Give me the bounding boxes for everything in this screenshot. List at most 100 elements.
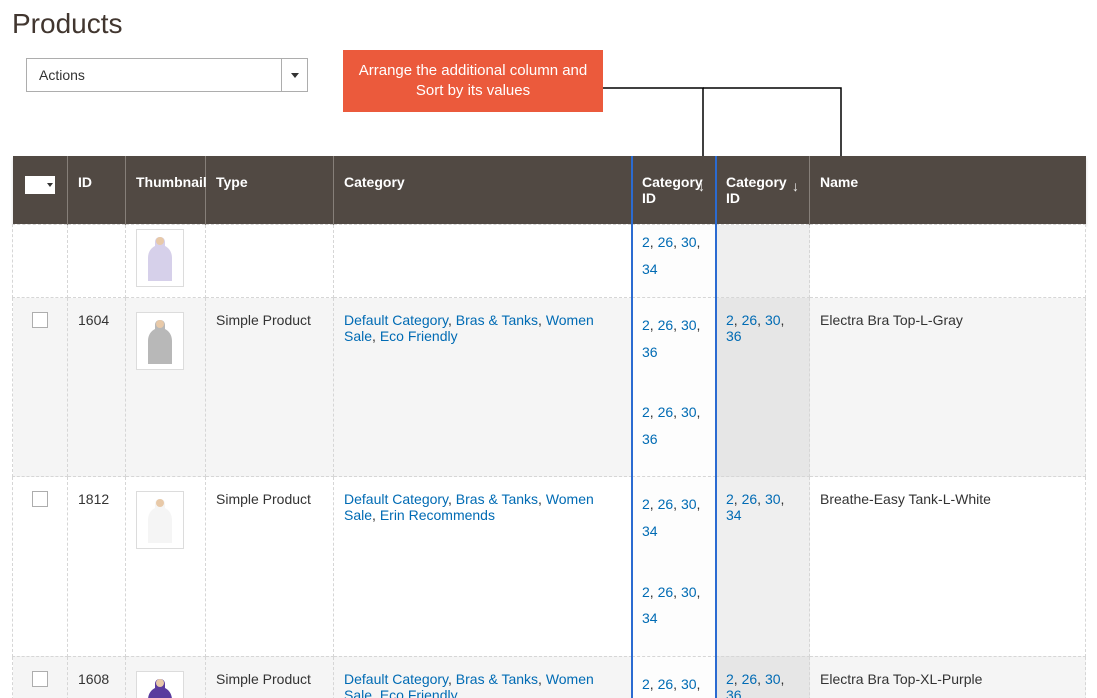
category-id-link[interactable]: 2 bbox=[642, 676, 650, 692]
cell-id: 1608 bbox=[68, 656, 126, 698]
col-header-name[interactable]: Name bbox=[810, 156, 1086, 225]
actions-dropdown[interactable]: Actions bbox=[26, 58, 308, 92]
col-header-label: Category ID bbox=[726, 174, 787, 206]
category-id-link[interactable]: 26 bbox=[658, 404, 674, 420]
cell-id bbox=[68, 225, 126, 298]
row-checkbox[interactable] bbox=[32, 671, 48, 687]
table-row[interactable]: 1608Simple ProductDefault Category, Bras… bbox=[13, 656, 1086, 698]
cell-id: 1812 bbox=[68, 477, 126, 656]
category-id-link[interactable]: 2 bbox=[642, 317, 650, 333]
category-id-link[interactable]: 30 bbox=[765, 312, 781, 328]
category-id-link[interactable]: 30 bbox=[765, 671, 781, 687]
product-thumbnail[interactable] bbox=[136, 491, 184, 549]
cell-category bbox=[334, 225, 632, 298]
category-link[interactable]: Erin Recommends bbox=[380, 507, 495, 523]
category-id-link[interactable]: 30 bbox=[681, 496, 697, 512]
callout-tooltip: Arrange the additional column and Sort b… bbox=[343, 50, 603, 112]
category-link[interactable]: Bras & Tanks bbox=[456, 491, 538, 507]
category-id-link[interactable]: 34 bbox=[726, 507, 742, 523]
col-header-category[interactable]: Category bbox=[334, 156, 632, 225]
category-id-link[interactable]: 30 bbox=[681, 317, 697, 333]
category-id-link[interactable]: 36 bbox=[726, 687, 742, 698]
row-checkbox[interactable] bbox=[32, 312, 48, 328]
category-id-link[interactable]: 26 bbox=[742, 491, 758, 507]
cell-category: Default Category, Bras & Tanks, Women Sa… bbox=[334, 477, 632, 656]
select-all-checkbox[interactable] bbox=[25, 176, 55, 194]
category-link[interactable]: Bras & Tanks bbox=[456, 671, 538, 687]
table-row[interactable]: 1604 Simple ProductDefault Category, Bras… bbox=[13, 298, 1086, 477]
category-id-link[interactable]: 2 bbox=[642, 584, 650, 600]
category-link[interactable]: Default Category bbox=[344, 491, 448, 507]
cell-name: Breathe-Easy Tank-L-White bbox=[810, 477, 1086, 656]
category-id-link[interactable]: 26 bbox=[658, 234, 674, 250]
table-row[interactable]: 1812Simple ProductDefault Category, Bras… bbox=[13, 477, 1086, 656]
cell-category-id-dragged: 2, 26, 30, 362, 26, 30, 36 bbox=[632, 656, 716, 698]
cell-category-id-dragged: 2, 26, 30, 34 bbox=[632, 225, 716, 298]
col-header-type[interactable]: Type bbox=[206, 156, 334, 225]
sort-descending-icon: ↓ bbox=[698, 178, 705, 194]
category-link[interactable]: Eco Friendly bbox=[380, 687, 458, 698]
cell-type: Simple Product bbox=[206, 298, 334, 477]
category-id-link[interactable]: 26 bbox=[742, 671, 758, 687]
cell-type bbox=[206, 225, 334, 298]
category-id-link[interactable]: 30 bbox=[681, 404, 697, 420]
cell-category-id bbox=[716, 225, 810, 298]
actions-dropdown-caret[interactable] bbox=[281, 59, 307, 91]
category-id-link[interactable]: 2 bbox=[642, 234, 650, 250]
category-id-link[interactable]: 30 bbox=[681, 584, 697, 600]
category-link[interactable]: Bras & Tanks bbox=[456, 312, 538, 328]
cell-name: Electra Bra Top-L-Gray bbox=[810, 298, 1086, 477]
table-row[interactable]: 2, 26, 30, 34 bbox=[13, 225, 1086, 298]
cell-checkbox bbox=[13, 656, 68, 698]
category-id-link[interactable]: 2 bbox=[726, 312, 734, 328]
cell-thumbnail bbox=[126, 477, 206, 656]
cell-thumbnail bbox=[126, 225, 206, 298]
category-link[interactable]: Default Category bbox=[344, 671, 448, 687]
product-grid: ID Thumbnail Type Category Category ID ↓… bbox=[12, 156, 1085, 698]
category-id-link[interactable]: 30 bbox=[681, 234, 697, 250]
chevron-down-icon bbox=[47, 183, 53, 187]
category-link[interactable]: Default Category bbox=[344, 312, 448, 328]
row-checkbox[interactable] bbox=[32, 491, 48, 507]
col-header-id[interactable]: ID bbox=[68, 156, 126, 225]
actions-dropdown-label: Actions bbox=[27, 67, 281, 83]
category-id-link[interactable]: 2 bbox=[642, 404, 650, 420]
category-id-link[interactable]: 30 bbox=[681, 676, 697, 692]
category-id-link[interactable]: 26 bbox=[658, 496, 674, 512]
col-header-label: Category ID bbox=[642, 174, 703, 206]
toolbar: Actions Arrange the additional column an… bbox=[12, 58, 1085, 96]
col-header-thumbnail[interactable]: Thumbnail bbox=[126, 156, 206, 225]
cell-checkbox bbox=[13, 298, 68, 477]
cell-category: Default Category, Bras & Tanks, Women Sa… bbox=[334, 298, 632, 477]
cell-checkbox bbox=[13, 225, 68, 298]
category-id-link[interactable]: 34 bbox=[642, 610, 658, 626]
category-link[interactable]: Eco Friendly bbox=[380, 328, 458, 344]
product-thumbnail[interactable] bbox=[136, 671, 184, 698]
col-header-category-id[interactable]: Category ID ↓ bbox=[716, 156, 810, 225]
category-id-link[interactable]: 34 bbox=[642, 523, 658, 539]
category-id-link[interactable]: 36 bbox=[642, 344, 658, 360]
category-id-link[interactable]: 26 bbox=[658, 676, 674, 692]
product-thumbnail[interactable] bbox=[136, 229, 184, 287]
category-id-link[interactable]: 2 bbox=[726, 491, 734, 507]
category-id-link[interactable]: 30 bbox=[765, 491, 781, 507]
category-id-link[interactable]: 34 bbox=[642, 261, 658, 277]
category-id-link[interactable]: 2 bbox=[726, 671, 734, 687]
grid-header-row: ID Thumbnail Type Category Category ID ↓… bbox=[13, 156, 1086, 225]
col-header-checkbox[interactable] bbox=[13, 156, 68, 225]
cell-name: Electra Bra Top-XL-Purple bbox=[810, 656, 1086, 698]
category-id-link[interactable]: 36 bbox=[726, 328, 742, 344]
product-thumbnail[interactable] bbox=[136, 312, 184, 370]
cell-id: 1604 bbox=[68, 298, 126, 477]
col-header-category-id-dragged[interactable]: Category ID ↓ bbox=[632, 156, 716, 225]
cell-thumbnail bbox=[126, 298, 206, 477]
chevron-down-icon bbox=[291, 73, 299, 78]
cell-name bbox=[810, 225, 1086, 298]
category-id-link[interactable]: 26 bbox=[658, 584, 674, 600]
category-id-link[interactable]: 26 bbox=[658, 317, 674, 333]
category-id-link[interactable]: 2 bbox=[642, 496, 650, 512]
category-id-link[interactable]: 36 bbox=[642, 431, 658, 447]
cell-category-id-dragged: 2, 26, 30, 342, 26, 30, 34 bbox=[632, 477, 716, 656]
category-id-link[interactable]: 26 bbox=[742, 312, 758, 328]
cell-thumbnail bbox=[126, 656, 206, 698]
